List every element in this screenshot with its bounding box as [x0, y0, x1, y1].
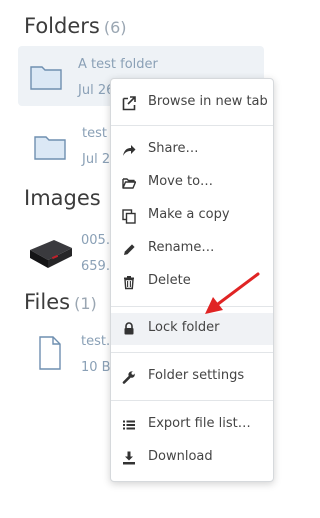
folder-date: Jul 26: [78, 83, 115, 98]
folders-heading: Folders (6): [24, 14, 127, 38]
files-count: (1): [74, 294, 97, 313]
menu-item-make-copy[interactable]: Make a copy: [111, 201, 273, 231]
menu-item-rename[interactable]: Rename…: [111, 234, 273, 264]
menu-divider: [111, 306, 273, 307]
menu-item-export-file-list[interactable]: Export file list…: [111, 410, 273, 440]
menu-item-label: Download: [148, 449, 213, 464]
context-menu: Browse in new tab Share… Move to… Make a…: [110, 78, 274, 482]
menu-item-label: Browse in new tab: [148, 94, 268, 109]
menu-item-label: Make a copy: [148, 207, 230, 222]
menu-item-share[interactable]: Share…: [111, 135, 273, 165]
folder-icon: [34, 136, 66, 160]
menu-item-lock-folder[interactable]: Lock folder: [111, 313, 273, 345]
menu-item-download[interactable]: Download: [111, 443, 273, 473]
menu-item-browse-new-tab[interactable]: Browse in new tab: [111, 88, 273, 118]
files-heading: Files (1): [24, 290, 97, 314]
menu-item-label: Share…: [148, 141, 199, 156]
menu-item-label: Export file list…: [148, 416, 251, 431]
folder-name[interactable]: A test folder: [78, 57, 158, 72]
menu-divider: [111, 400, 273, 401]
wrench-icon: [122, 371, 135, 384]
lock-icon: [124, 322, 134, 335]
copy-icon: [122, 209, 136, 224]
external-link-icon: [122, 96, 136, 111]
images-title: Images: [24, 186, 101, 210]
menu-item-label: Folder settings: [148, 368, 245, 383]
menu-divider: [111, 352, 273, 353]
files-title: Files: [24, 290, 71, 314]
folder-open-icon: [122, 178, 136, 189]
menu-item-label: Rename…: [148, 240, 215, 255]
folder-name[interactable]: test: [82, 126, 107, 141]
menu-item-label: Move to…: [148, 174, 214, 189]
menu-item-label: Lock folder: [148, 320, 220, 335]
pencil-icon: [124, 244, 135, 255]
folders-title: Folders: [24, 14, 100, 38]
images-heading: Images: [24, 186, 101, 210]
folders-count: (6): [103, 18, 127, 37]
download-icon: [123, 451, 135, 465]
menu-divider: [111, 125, 273, 126]
menu-item-label: Delete: [148, 273, 191, 288]
document-icon: [39, 336, 61, 370]
share-icon: [123, 145, 136, 156]
folder-icon: [30, 66, 62, 90]
image-thumbnail: [30, 240, 72, 268]
trash-icon: [124, 276, 134, 290]
list-icon: [123, 420, 135, 430]
menu-item-folder-settings[interactable]: Folder settings: [111, 362, 273, 392]
menu-item-move-to[interactable]: Move to…: [111, 168, 273, 198]
menu-item-delete[interactable]: Delete: [111, 267, 273, 297]
